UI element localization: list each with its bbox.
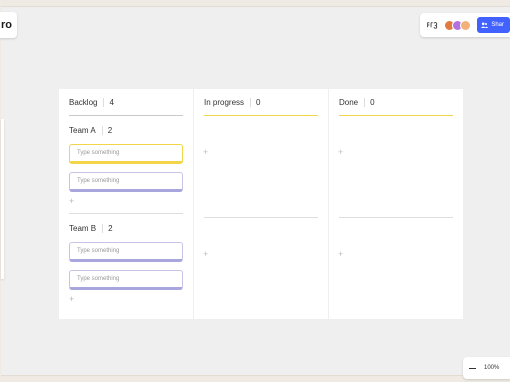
board-canvas[interactable]: ro Shar Backlog 4 Team A 2 Type somethin… <box>0 6 510 379</box>
group-count: 2 <box>102 223 113 233</box>
group-title: Team B <box>69 223 97 233</box>
add-card-button[interactable]: + <box>69 292 183 306</box>
column-count: 4 <box>103 97 114 107</box>
card-input[interactable]: Type something <box>69 172 183 192</box>
column-title: In progress <box>204 97 245 107</box>
collaborator-avatars[interactable] <box>444 19 472 31</box>
group-count: 2 <box>101 125 112 135</box>
group-divider <box>339 217 453 218</box>
column-header[interactable]: Done 0 <box>339 89 453 116</box>
column-title: Backlog <box>69 97 98 107</box>
card-input[interactable]: Type something <box>69 270 183 290</box>
card-input[interactable]: Type something <box>69 144 183 164</box>
column-backlog: Backlog 4 Team A 2 Type something Type s… <box>59 89 193 319</box>
share-label: Shar <box>491 22 504 28</box>
add-card-button[interactable]: + <box>203 249 208 259</box>
app-logo[interactable]: ro <box>0 12 17 38</box>
group-header[interactable]: Team B 2 <box>69 222 183 234</box>
avatar <box>460 19 472 31</box>
group-header[interactable]: Team A 2 <box>69 124 183 136</box>
add-card-button[interactable]: + <box>338 147 343 157</box>
column-header[interactable]: In progress 0 <box>204 89 318 116</box>
column-count: 0 <box>364 97 375 107</box>
app-logo-text: ro <box>1 19 12 31</box>
group-divider <box>69 213 183 214</box>
zoom-level[interactable]: 100% <box>484 365 499 371</box>
column-header[interactable]: Backlog 4 <box>69 89 183 116</box>
card-placeholder: Type something <box>77 276 120 282</box>
card-placeholder: Type something <box>77 178 120 184</box>
column-done: Done 0 + + <box>329 89 463 319</box>
add-card-button[interactable]: + <box>203 147 208 157</box>
kanban-board: Backlog 4 Team A 2 Type something Type s… <box>59 89 463 319</box>
users-icon <box>481 22 489 28</box>
zoom-controls: 100% <box>463 357 510 379</box>
share-button[interactable]: Shar <box>477 17 510 33</box>
group-divider <box>204 217 318 218</box>
column-count: 0 <box>250 97 260 107</box>
card-placeholder: Type something <box>77 248 120 254</box>
group-title: Team A <box>69 125 96 135</box>
column-in-progress: In progress 0 + + <box>194 89 328 319</box>
add-card-button[interactable]: + <box>69 194 183 208</box>
left-toolbar[interactable] <box>1 119 4 279</box>
zoom-out-icon[interactable] <box>469 367 476 369</box>
card-placeholder: Type something <box>77 150 120 156</box>
card-input[interactable]: Type something <box>69 242 183 262</box>
reactions-icon[interactable] <box>426 18 438 32</box>
column-title: Done <box>339 97 359 107</box>
add-card-button[interactable]: + <box>338 249 343 259</box>
collaboration-toolbar: Shar <box>420 13 510 37</box>
